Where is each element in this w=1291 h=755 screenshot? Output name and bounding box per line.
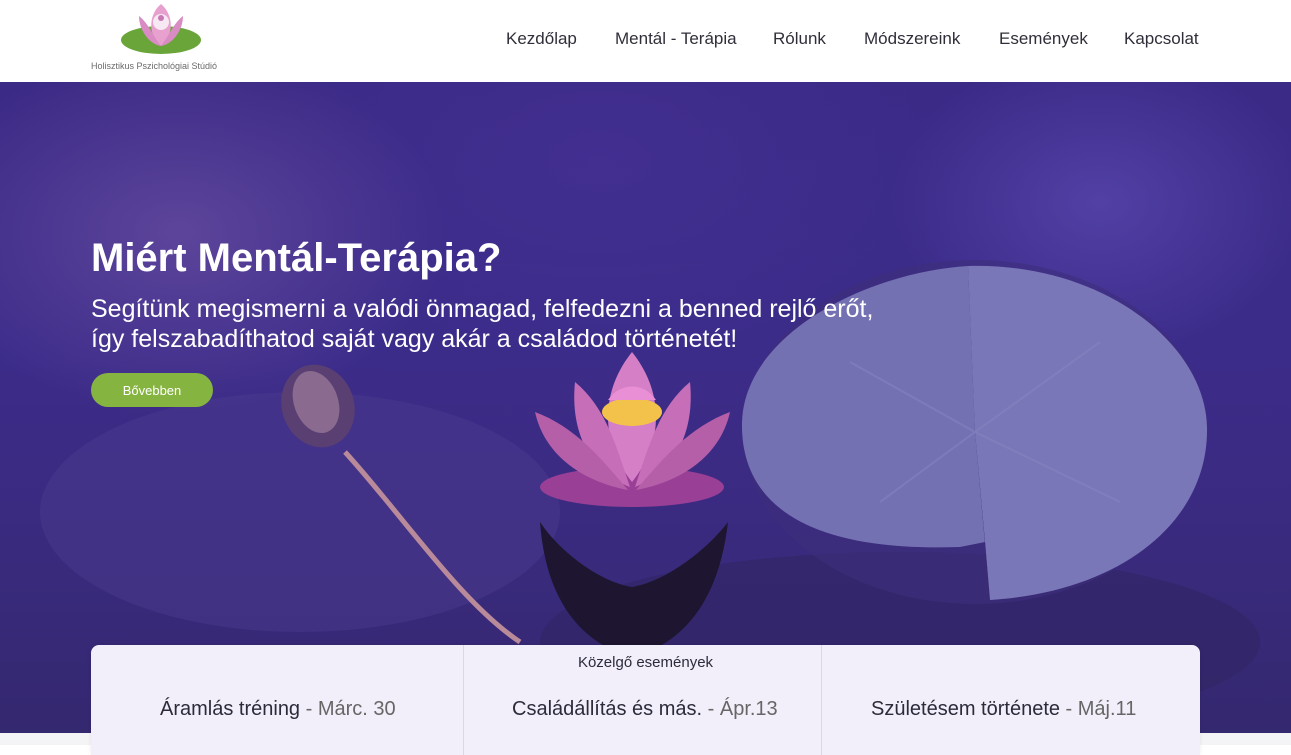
event-name: Áramlás tréning [160,698,301,720]
event-name: Családállítás és más. [512,698,703,720]
nav-link-mental-terapia[interactable]: Mentál - Terápia [615,29,737,49]
main-nav: Kezdőlap Mentál - Terápia Rólunk Módszer… [0,29,1291,53]
upcoming-events-panel: Közelgő események Áramlás tréning - Márc… [91,645,1200,755]
event-item-csaladallitas[interactable]: Családállítás és más. - Ápr.13 [512,698,778,721]
nav-link-modszereink[interactable]: Módszereink [864,29,960,49]
event-name: Születésem története [871,698,1060,720]
nav-link-esemenyek[interactable]: Események [999,29,1088,49]
hero-subtitle: Segítünk megismerni a valódi önmagad, fe… [91,295,874,353]
nav-link-rolunk[interactable]: Rólunk [773,29,826,49]
event-date: - Márc. 30 [300,698,396,720]
hero-title: Miért Mentál-Terápia? [91,236,502,280]
logo-text: Holisztikus Pszichológiai Stúdió [91,61,218,71]
events-title: Közelgő események [577,654,714,671]
nav-link-kezdolap[interactable]: Kezdőlap [506,29,577,49]
event-item-aramlas[interactable]: Áramlás tréning - Márc. 30 [160,698,396,721]
nav-link-kapcsolat[interactable]: Kapcsolat [1124,29,1199,49]
event-date: - Máj.11 [1060,698,1137,720]
event-date: - Ápr.13 [702,698,778,720]
more-button[interactable]: Bővebben [91,373,213,407]
site-header: Holisztikus Pszichológiai Stúdió Kezdőla… [0,0,1291,82]
event-item-szuletesem[interactable]: Születésem története - Máj.11 [871,698,1136,721]
lotus-flower [535,352,730,507]
